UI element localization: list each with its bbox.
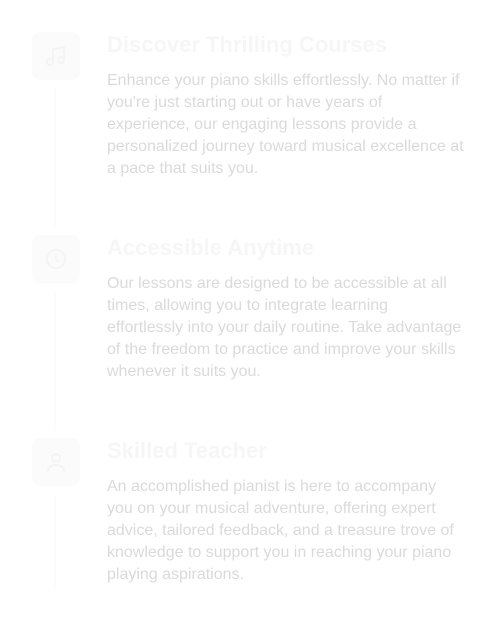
- teacher-icon: [32, 438, 80, 486]
- feature-description: Our lessons are designed to be accessibl…: [107, 275, 462, 380]
- feature-title: Skilled Teacher: [107, 438, 267, 463]
- feature-description: An accomplished pianist is here to accom…: [107, 478, 454, 583]
- feature-title: Accessible Anytime: [107, 235, 315, 260]
- timeline-rail: [54, 291, 56, 431]
- timeline-rail: [54, 88, 56, 228]
- feature-title: Discover Thrilling Courses: [107, 32, 387, 57]
- timeline-rail: [54, 494, 56, 590]
- music-note-icon: [32, 32, 80, 80]
- feature-description: Enhance your piano skills effortlessly. …: [107, 72, 464, 177]
- clock-icon: [32, 235, 80, 283]
- features-list: Discover Thrilling Courses Enhance your …: [0, 0, 489, 618]
